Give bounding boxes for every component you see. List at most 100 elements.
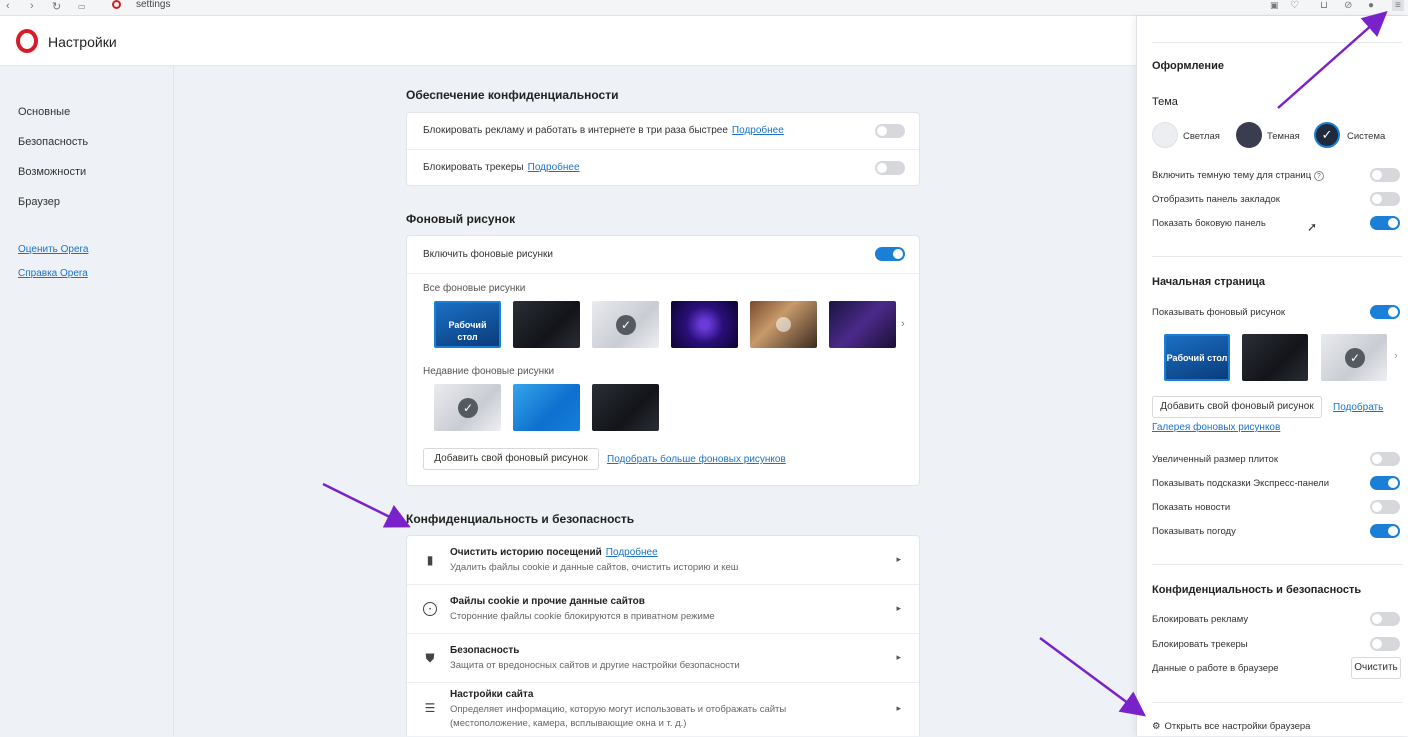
- large-tiles-toggle[interactable]: [1370, 452, 1400, 466]
- wallpaper-thumb-dark[interactable]: [513, 301, 580, 348]
- large-tiles-label: Увеличенный размер плиток: [1152, 454, 1278, 465]
- speed-dial-hints-toggle[interactable]: [1370, 476, 1400, 490]
- tab-title[interactable]: settings: [136, 0, 170, 10]
- dark-pages-toggle[interactable]: [1370, 168, 1400, 182]
- tracker-block-toggle[interactable]: [875, 161, 905, 175]
- speed-dial-hints-label: Показывать подсказки Экспресс-панели: [1152, 478, 1330, 489]
- page-title: Настройки: [48, 34, 117, 50]
- easy-setup-icon[interactable]: ≡: [1392, 0, 1404, 11]
- all-settings-label: Открыть все настройки браузера: [1164, 721, 1311, 732]
- security-row-title: Безопасность: [450, 645, 520, 656]
- help-icon[interactable]: ?: [1313, 171, 1324, 181]
- site-settings-row[interactable]: ☰ Настройки сайта Определяет информацию,…: [407, 683, 919, 737]
- forward-icon[interactable]: ›: [30, 0, 34, 12]
- cookies-row[interactable]: • Файлы cookie и прочие данные сайтов Ст…: [407, 585, 919, 634]
- sidebar-toggle-label: Показать боковую панель: [1152, 218, 1266, 229]
- arrow-to-all-settings: [1039, 636, 1147, 717]
- sidebar-item-browser[interactable]: Браузер: [18, 196, 60, 208]
- site-settings-title: Настройки сайта: [450, 689, 534, 700]
- bookmarks-bar-toggle[interactable]: [1370, 192, 1400, 206]
- clear-history-subtitle: Удалить файлы cookie и данные сайтов, оч…: [450, 562, 739, 573]
- profile-icon[interactable]: ●: [1368, 0, 1374, 11]
- recent-wallpapers-label: Недавние фоновые рисунки: [423, 366, 555, 377]
- browser-toolbar: ‹ › ↻ ▭ settings ▣ ♡ ⊔ ⊘ ● ≡: [0, 0, 1408, 16]
- start-page-title: Начальная страница: [1152, 276, 1266, 288]
- sidebar-item-features[interactable]: Возможности: [18, 166, 86, 178]
- tracker-block-more-link[interactable]: Подробнее: [528, 162, 580, 173]
- ad-block-toggle[interactable]: [875, 124, 905, 138]
- wallpaper-gallery-link[interactable]: Галерея фоновых рисунков: [1152, 422, 1280, 433]
- theme-label: Тема: [1152, 96, 1178, 108]
- opera-help-link[interactable]: Справка Opera: [18, 268, 88, 279]
- clear-history-row[interactable]: ▮ Очистить историю посещений Подробнее Уд…: [407, 536, 919, 585]
- rate-opera-link[interactable]: Оценить Opera: [18, 244, 88, 255]
- snapshot-icon[interactable]: ▣: [1270, 0, 1279, 11]
- start-wallpaper-label: Показывать фоновый рисунок: [1152, 307, 1286, 318]
- wallpaper-next-icon[interactable]: ›: [901, 318, 905, 330]
- panel-ad-block-toggle[interactable]: [1370, 612, 1400, 626]
- panel-tracker-block-toggle[interactable]: [1370, 637, 1400, 651]
- panel-add-wallpaper-button[interactable]: Добавить свой фоновый рисунок: [1152, 396, 1322, 418]
- security-card: ▮ Очистить историю посещений Подробнее Уд…: [406, 535, 920, 736]
- panel-thumb-light[interactable]: ✓: [1321, 334, 1387, 381]
- recent-selected-check-icon: ✓: [458, 398, 478, 418]
- browser-data-label: Данные о работе в браузере: [1152, 663, 1279, 674]
- chevron-right-icon: ▸: [896, 703, 901, 713]
- news-toggle[interactable]: [1370, 500, 1400, 514]
- panel-selected-check-icon: ✓: [1345, 348, 1365, 368]
- panel-thumb-desktop-label: Рабочий стол: [1166, 353, 1228, 363]
- cart-icon[interactable]: ⊔: [1320, 0, 1328, 11]
- tabs-icon[interactable]: ▭: [78, 2, 86, 11]
- wallpaper-thumb-light[interactable]: ✓: [592, 301, 659, 348]
- opera-logo-icon: [16, 29, 38, 53]
- back-icon[interactable]: ‹: [6, 0, 10, 12]
- wallpaper-thumb-photo[interactable]: [750, 301, 817, 348]
- theme-dark-swatch[interactable]: [1236, 122, 1262, 148]
- privacy-section-title: Обеспечение конфиденциальности: [406, 88, 619, 102]
- ad-block-row: Блокировать рекламу и работать в интерне…: [407, 113, 919, 150]
- security-section-title: Конфиденциальность и безопасность: [406, 512, 635, 526]
- ad-block-label: Блокировать рекламу и работать в интерне…: [423, 125, 728, 136]
- panel-thumb-desktop[interactable]: Рабочий стол: [1164, 334, 1230, 381]
- news-label: Показать новости: [1152, 502, 1231, 513]
- wallpaper-thumb-purple[interactable]: [671, 301, 738, 348]
- panel-wallpaper-next-icon[interactable]: ›: [1394, 350, 1398, 362]
- start-wallpaper-toggle[interactable]: [1370, 305, 1400, 319]
- site-settings-subtitle: Определяет информацию, которую могут исп…: [450, 704, 787, 715]
- panel-more-wallpapers-link[interactable]: Подобрать: [1333, 402, 1383, 413]
- settings-header: Настройки: [0, 16, 1136, 66]
- extension-icon[interactable]: ⊘: [1344, 0, 1352, 11]
- theme-system-swatch[interactable]: ✓: [1314, 122, 1340, 148]
- clear-data-button[interactable]: Очистить: [1351, 657, 1401, 679]
- more-wallpapers-link[interactable]: Подобрать больше фоновых рисунков: [607, 454, 786, 465]
- panel-ad-block-label: Блокировать рекламу: [1152, 614, 1249, 625]
- panel-thumb-dark[interactable]: [1242, 334, 1308, 381]
- wallpaper-thumb-desktop[interactable]: Рабочий стол: [434, 301, 501, 348]
- theme-light-swatch[interactable]: [1152, 122, 1178, 148]
- tracker-block-row: Блокировать трекеры Подробнее: [407, 150, 919, 187]
- all-wallpapers-label: Все фоновые рисунки: [423, 283, 526, 294]
- sidebar-item-security[interactable]: Безопасность: [18, 136, 88, 148]
- security-row[interactable]: ⛊ Безопасность Защита от вредоносных сай…: [407, 634, 919, 683]
- reload-icon[interactable]: ↻: [52, 0, 61, 13]
- bookmarks-bar-label: Отобразить панель закладок: [1152, 194, 1280, 205]
- sidebar-item-basic[interactable]: Основные: [18, 106, 70, 118]
- selected-check-icon: ✓: [616, 315, 636, 335]
- shield-icon: ⛊: [425, 651, 435, 665]
- settings-sidebar: Основные Безопасность Возможности Браузе…: [0, 66, 174, 736]
- cookie-icon: •: [423, 602, 437, 616]
- add-wallpaper-button[interactable]: Добавить свой фоновый рисунок: [423, 448, 599, 470]
- weather-toggle[interactable]: [1370, 524, 1400, 538]
- recent-thumb-light[interactable]: ✓: [434, 384, 501, 431]
- heart-icon[interactable]: ♡: [1290, 0, 1299, 11]
- wallpaper-card: Включить фоновые рисунки Все фоновые рис…: [406, 235, 920, 486]
- wallpaper-enable-label: Включить фоновые рисунки: [423, 249, 553, 260]
- recent-thumb-windows[interactable]: [513, 384, 580, 431]
- clear-history-more-link[interactable]: Подробнее: [606, 547, 658, 558]
- sidebar-toggle[interactable]: [1370, 216, 1400, 230]
- recent-thumb-dark[interactable]: [592, 384, 659, 431]
- wallpaper-enable-toggle[interactable]: [875, 247, 905, 261]
- wallpaper-thumb-night[interactable]: [829, 301, 896, 348]
- ad-block-more-link[interactable]: Подробнее: [732, 125, 784, 136]
- all-settings-link[interactable]: ⚙ Открыть все настройки браузера: [1152, 721, 1310, 732]
